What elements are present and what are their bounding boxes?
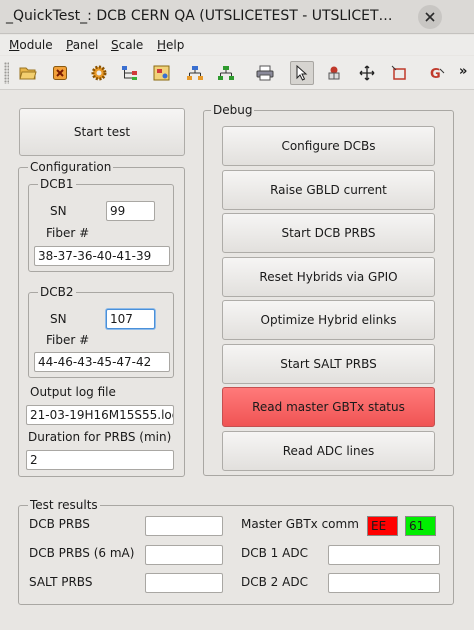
configure-dcbs-button[interactable]: Configure DCBs	[222, 126, 435, 166]
settings-button[interactable]	[87, 61, 111, 85]
toolbar-handle[interactable]	[4, 62, 9, 84]
dcb2-sn-label: SN	[50, 312, 67, 326]
master-gbtx-comm-label: Master GBTx comm	[241, 517, 359, 531]
dcb-prbs-output	[145, 516, 223, 536]
raise-gbld-current-button[interactable]: Raise GBLD current	[222, 170, 435, 210]
network-tree-button[interactable]	[214, 61, 238, 85]
menu-panel-mnemonic: P	[66, 38, 73, 52]
tree-icon	[187, 66, 203, 80]
close-panel-button[interactable]	[48, 61, 72, 85]
dcb1-sn-input[interactable]: 99	[106, 201, 155, 221]
move-button[interactable]	[355, 61, 379, 85]
rectangle-icon	[391, 65, 406, 80]
menu-help-mnemonic: H	[157, 38, 167, 52]
duration-label: Duration for PRBS (min)	[28, 430, 172, 444]
dcb1-adc-label: DCB 1 ADC	[241, 546, 308, 560]
hierarchy-icon	[122, 66, 137, 80]
clipboard-button[interactable]	[322, 61, 346, 85]
panel-edit-icon	[153, 65, 170, 81]
move-icon	[359, 65, 375, 81]
network-tree-icon	[218, 66, 234, 80]
dcb2-fiber-input[interactable]: 44-46-43-45-47-42	[34, 352, 170, 372]
menu-scale-mnemonic: S	[111, 38, 119, 52]
salt-prbs-label: SALT PRBS	[29, 575, 93, 589]
output-log-input[interactable]: 21-03-19H16M15S55.log	[26, 405, 174, 425]
svg-text:G: G	[430, 67, 441, 81]
master-gbtx-status-indicator: EE	[367, 516, 398, 536]
close-window-button[interactable]	[418, 5, 442, 29]
toolbar-overflow-button[interactable]: »	[459, 64, 467, 79]
close-icon	[425, 12, 435, 22]
dcb2-fiber-label: Fiber #	[46, 333, 90, 347]
print-icon	[256, 65, 274, 81]
menu-panel[interactable]: Panel	[66, 38, 98, 52]
tree-button[interactable]	[183, 61, 207, 85]
pointer-icon	[296, 65, 308, 81]
dcb-prbs-6ma-output	[145, 545, 223, 565]
configuration-title: Configuration	[28, 160, 114, 174]
start-dcb-prbs-button[interactable]: Start DCB PRBS	[222, 213, 435, 253]
menu-module-mnemonic: M	[9, 38, 20, 52]
menu-module[interactable]: Module	[9, 38, 53, 52]
dcb1-adc-output	[328, 545, 440, 565]
read-adc-lines-button[interactable]: Read ADC lines	[222, 431, 435, 471]
dcb2-sn-input[interactable]: 107	[106, 309, 155, 329]
dcb1-sn-label: SN	[50, 204, 67, 218]
dcb1-fiber-label: Fiber #	[46, 226, 90, 240]
start-test-button[interactable]: Start test	[19, 108, 185, 156]
toolbar: G »	[0, 56, 474, 90]
close-panel-icon	[53, 66, 67, 80]
reset-hybrids-button[interactable]: Reset Hybrids via GPIO	[222, 257, 435, 297]
main-panel: Start test Configuration DCB1 SN 99 Fibe…	[0, 91, 474, 630]
menu-scale[interactable]: Scale	[111, 38, 143, 52]
dcb1-fiber-input[interactable]: 38-37-36-40-41-39	[34, 246, 170, 266]
optimize-hybrid-elinks-button[interactable]: Optimize Hybrid elinks	[222, 300, 435, 340]
dcb-prbs-6ma-label: DCB PRBS (6 mA)	[29, 546, 135, 560]
read-master-gbtx-status-button[interactable]: Read master GBTx status	[222, 387, 435, 427]
pointer-button[interactable]	[290, 61, 314, 85]
start-salt-prbs-button[interactable]: Start SALT PRBS	[222, 344, 435, 384]
menu-scale-label: cale	[118, 38, 144, 52]
dcb-prbs-label: DCB PRBS	[29, 517, 90, 531]
dcb2-adc-output	[328, 573, 440, 593]
graphics-button[interactable]: G	[425, 61, 449, 85]
menu-panel-label: anel	[72, 38, 99, 52]
duration-input[interactable]: 2	[26, 450, 174, 470]
master-gbtx-value-indicator: 61	[405, 516, 436, 536]
graphics-icon: G	[430, 67, 445, 81]
dcb1-title: DCB1	[38, 177, 76, 191]
clipboard-icon	[328, 66, 340, 80]
open-folder-button[interactable]	[16, 61, 40, 85]
print-button[interactable]	[253, 61, 277, 85]
menu-help[interactable]: Help	[157, 38, 184, 52]
test-results-title: Test results	[28, 498, 100, 512]
debug-title: Debug	[211, 103, 255, 117]
menu-module-label: odule	[19, 38, 53, 52]
dcb2-adc-label: DCB 2 ADC	[241, 575, 308, 589]
panel-edit-button[interactable]	[150, 61, 174, 85]
menu-bar: Module Panel Scale Help	[0, 35, 474, 55]
window-title: _QuickTest_: DCB CERN QA (UTSLICETEST - …	[6, 8, 393, 24]
salt-prbs-output	[145, 573, 223, 593]
output-log-label: Output log file	[30, 385, 116, 399]
dcb2-title: DCB2	[38, 285, 76, 299]
hierarchy-button[interactable]	[118, 61, 142, 85]
open-folder-icon	[19, 67, 37, 80]
menu-help-label: elp	[166, 38, 185, 52]
title-bar: _QuickTest_: DCB CERN QA (UTSLICETEST - …	[0, 0, 474, 34]
rectangle-button[interactable]	[387, 61, 411, 85]
settings-gear-icon	[91, 65, 107, 81]
